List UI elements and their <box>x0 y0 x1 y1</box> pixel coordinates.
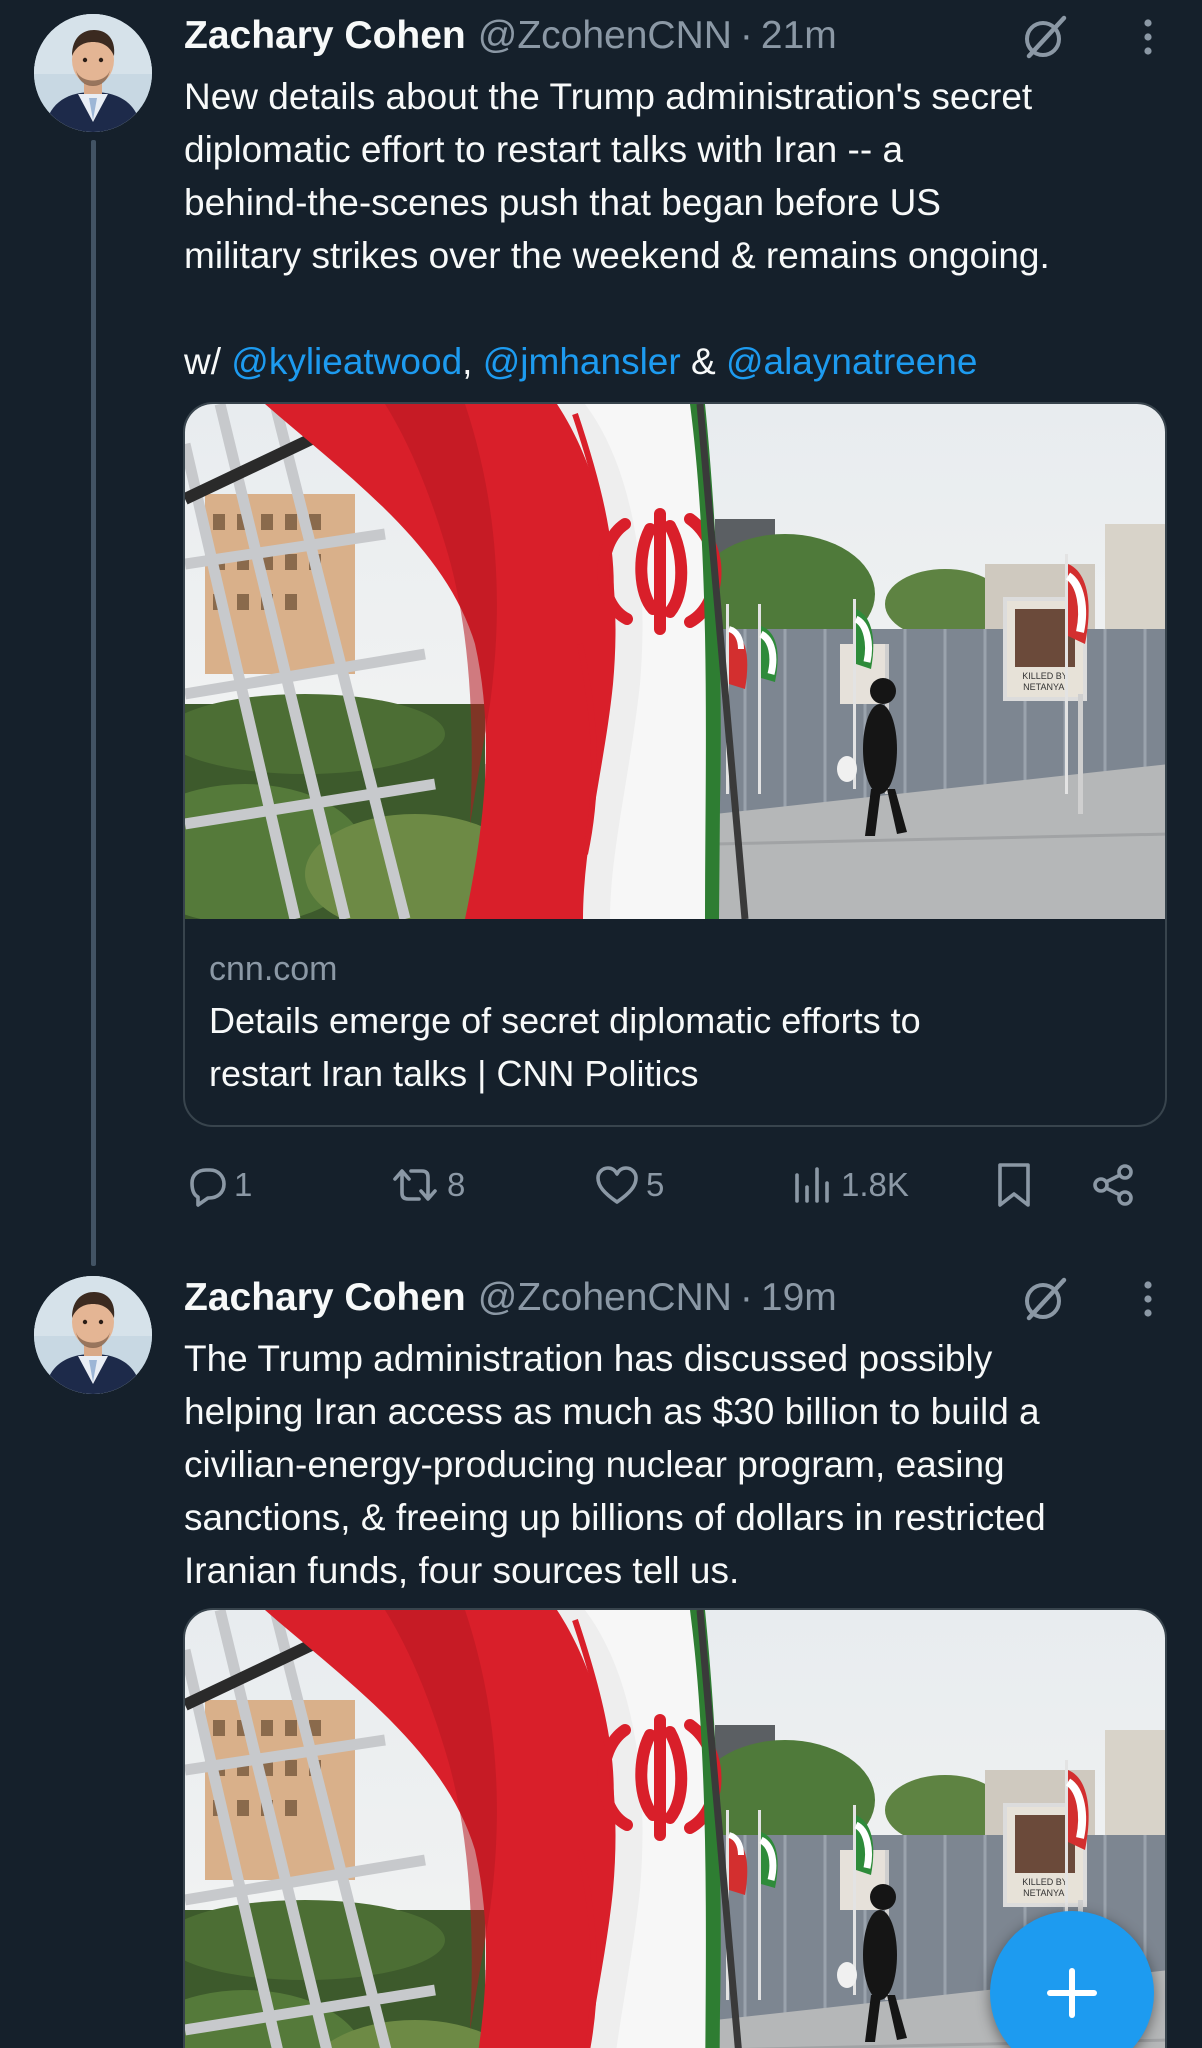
timestamp[interactable]: 19m <box>761 1272 837 1324</box>
card-image[interactable]: KILLED BY NETANYAI <box>185 404 1165 919</box>
tweet-text-line: behind-the-scenes push that began before… <box>184 182 941 223</box>
timestamp[interactable]: 21m <box>761 10 837 62</box>
reply-count: 1 <box>234 1166 253 1203</box>
author-handle[interactable]: @ZcohenCNN <box>478 1272 732 1324</box>
mentions-line: w/ @kylieatwood, @jmhansler & @alaynatre… <box>184 335 1174 388</box>
more-options-icon[interactable] <box>1137 12 1159 62</box>
grok-icon[interactable] <box>1020 12 1070 62</box>
tweet-header: Zachary Cohen @ZcohenCNN · 21m <box>184 10 1174 62</box>
mention-separator: , <box>462 341 483 382</box>
thread-connector-line <box>91 140 96 1266</box>
bookmark-button[interactable] <box>994 1160 1034 1210</box>
poster-text: NETANYAI <box>1023 1888 1067 1898</box>
tweet[interactable]: Zachary Cohen @ZcohenCNN · 21m New detai… <box>0 0 1202 1266</box>
poster-text: KILLED BY <box>1022 1877 1068 1887</box>
link-preview-card[interactable]: KILLED BY NETANYAI <box>183 402 1167 1127</box>
more-options-icon[interactable] <box>1137 1274 1159 1324</box>
repost-count: 8 <box>447 1166 466 1203</box>
tweet-text-line: New details about the Trump administrati… <box>184 76 1033 117</box>
views-button[interactable]: 1.8K <box>791 1160 909 1210</box>
like-count: 5 <box>646 1166 665 1203</box>
tweet-action-bar: 1 8 5 1.8K <box>184 1160 1174 1210</box>
mention-link[interactable]: @alaynatreene <box>726 341 978 382</box>
tweet-text-line: civilian-energy-producing nuclear progra… <box>184 1444 1005 1485</box>
tweet-text-line: military strikes over the weekend & rema… <box>184 235 1050 276</box>
repost-icon <box>393 1169 437 1201</box>
author-handle[interactable]: @ZcohenCNN <box>478 10 732 62</box>
mention-separator: & <box>680 341 726 382</box>
card-meta: cnn.com Details emerge of secret diploma… <box>209 944 1139 1100</box>
share-button[interactable] <box>1089 1160 1137 1210</box>
tweet-text: New details about the Trump administrati… <box>184 70 1174 388</box>
mentions-prefix: w/ <box>184 341 232 382</box>
grok-icon[interactable] <box>1020 1274 1070 1324</box>
mention-link[interactable]: @jmhansler <box>483 341 681 382</box>
card-domain: cnn.com <box>209 950 338 988</box>
tweet-header: Zachary Cohen @ZcohenCNN · 19m <box>184 1272 1174 1324</box>
separator-dot: · <box>739 1276 753 1319</box>
repost-button[interactable]: 8 <box>389 1160 465 1210</box>
separator-dot: · <box>739 14 753 57</box>
view-count: 1.8K <box>841 1166 909 1203</box>
avatar[interactable] <box>34 14 152 132</box>
poster-text: KILLED BY <box>1022 671 1068 681</box>
reply-button[interactable]: 1 <box>184 1160 252 1210</box>
heart-icon <box>596 1166 638 1204</box>
card-title: Details emerge of secret diplomatic effo… <box>209 1000 921 1041</box>
views-icon <box>795 1167 829 1203</box>
tweet-text-line: diplomatic effort to restart talks with … <box>184 129 904 170</box>
timeline-screen: Zachary Cohen @ZcohenCNN · 21m New detai… <box>0 0 1202 2048</box>
tweet-text: The Trump administration has discussed p… <box>184 1332 1174 1597</box>
tweet-text-line: helping Iran access as much as $30 billi… <box>184 1391 1040 1432</box>
author-name[interactable]: Zachary Cohen <box>184 1272 466 1324</box>
tweet-text-line: The Trump administration has discussed p… <box>184 1338 993 1379</box>
card-title: restart Iran talks | CNN Politics <box>209 1053 699 1094</box>
tweet-text-line: sanctions, & freeing up billions of doll… <box>184 1497 1046 1538</box>
like-button[interactable]: 5 <box>594 1160 664 1210</box>
poster-text: NETANYAI <box>1023 682 1067 692</box>
avatar[interactable] <box>34 1276 152 1394</box>
author-name[interactable]: Zachary Cohen <box>184 10 466 62</box>
bookmark-icon <box>998 1163 1030 1207</box>
mention-link[interactable]: @kylieatwood <box>231 341 462 382</box>
tweet-text-line: Iranian funds, four sources tell us. <box>184 1550 740 1591</box>
share-icon <box>1093 1164 1133 1206</box>
plus-icon <box>1047 1968 1097 2018</box>
reply-icon <box>190 1168 226 1207</box>
